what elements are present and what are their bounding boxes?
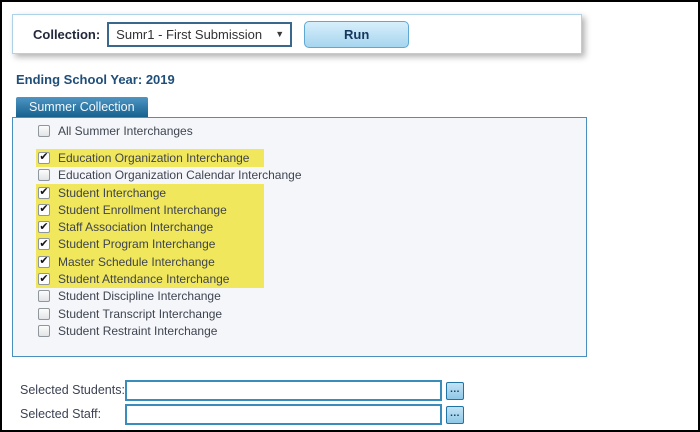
interchange-row: All Summer Interchanges <box>36 122 264 139</box>
selected-staff-input[interactable] <box>125 404 442 425</box>
interchange-label: Education Organization Interchange <box>58 150 250 165</box>
selected-students-ellipsis-button[interactable]: ... <box>446 382 464 400</box>
interchange-checkbox[interactable]: ✔ <box>38 273 50 286</box>
interchange-row: Student Transcript Interchange <box>36 305 264 322</box>
interchange-row: ✔ Student Program Interchange <box>36 235 264 254</box>
interchange-row: ✔ Student Attendance Interchange <box>36 270 264 288</box>
peims-summer-collection-page: Collection: Sumr1 - First Submission ▼ R… <box>0 0 700 432</box>
ending-school-year: Ending School Year: 2019 <box>16 72 175 87</box>
tab-summer-collection[interactable]: Summer Collection <box>16 97 148 117</box>
interchange-checkbox[interactable] <box>38 307 50 320</box>
interchange-row: Student Restraint Interchange <box>36 322 264 339</box>
interchange-checkbox[interactable] <box>38 290 50 303</box>
interchange-label: Student Program Interchange <box>58 237 216 252</box>
interchange-checkbox[interactable] <box>38 324 50 337</box>
collection-label: Collection: <box>33 26 101 42</box>
selected-students-input[interactable] <box>125 380 442 401</box>
ending-school-year-value: 2019 <box>145 72 175 87</box>
interchange-row: ✔ Student Enrollment Interchange <box>36 201 264 219</box>
interchange-row: Student Discipline Interchange <box>36 288 264 305</box>
selected-staff-ellipsis-button[interactable]: ... <box>446 406 464 424</box>
interchange-label: All Summer Interchanges <box>58 123 193 138</box>
interchange-checkbox[interactable]: ✔ <box>38 238 50 251</box>
interchange-label: Staff Association Interchange <box>58 220 214 235</box>
run-button[interactable]: Run <box>304 20 410 48</box>
interchange-row: ✔ Master Schedule Interchange <box>36 253 264 271</box>
collection-toolbar: Collection: Sumr1 - First Submission ▼ R… <box>12 14 582 54</box>
interchange-label: Student Discipline Interchange <box>58 289 221 304</box>
interchange-label: Master Schedule Interchange <box>58 254 215 269</box>
interchange-row: ✔ Student Interchange <box>36 183 264 202</box>
interchange-label: Student Enrollment Interchange <box>58 202 227 217</box>
interchange-list: All Summer Interchanges ✔ Education Orga… <box>13 118 586 340</box>
interchange-label: Student Attendance Interchange <box>58 272 230 287</box>
summer-collection-panel: All Summer Interchanges ✔ Education Orga… <box>12 117 587 357</box>
interchange-checkbox[interactable]: ✔ <box>38 186 50 199</box>
selected-staff-label: Selected Staff: <box>20 407 102 421</box>
interchange-label: Student Restraint Interchange <box>58 323 218 338</box>
interchange-checkbox[interactable] <box>38 124 50 137</box>
chevron-down-icon: ▼ <box>275 29 285 39</box>
interchange-label: Student Interchange <box>58 185 167 200</box>
interchange-row: ✔ Education Organization Interchange <box>36 149 264 167</box>
interchange-checkbox[interactable] <box>38 169 50 182</box>
selected-students-label: Selected Students: <box>20 383 125 397</box>
interchange-checkbox[interactable]: ✔ <box>38 221 50 234</box>
collection-select[interactable]: Sumr1 - First Submission ▼ <box>107 21 293 47</box>
interchange-row: Education Organization Calendar Intercha… <box>36 167 302 184</box>
interchange-label: Student Transcript Interchange <box>58 306 223 321</box>
ending-school-year-label: Ending School Year: <box>16 72 143 87</box>
interchange-label: Education Organization Calendar Intercha… <box>58 168 302 183</box>
interchange-checkbox[interactable]: ✔ <box>38 255 50 268</box>
interchange-checkbox[interactable]: ✔ <box>38 151 50 164</box>
interchange-checkbox[interactable]: ✔ <box>38 203 50 216</box>
interchange-row: ✔ Staff Association Interchange <box>36 218 264 236</box>
collection-select-value: Sumr1 - First Submission <box>116 26 263 42</box>
